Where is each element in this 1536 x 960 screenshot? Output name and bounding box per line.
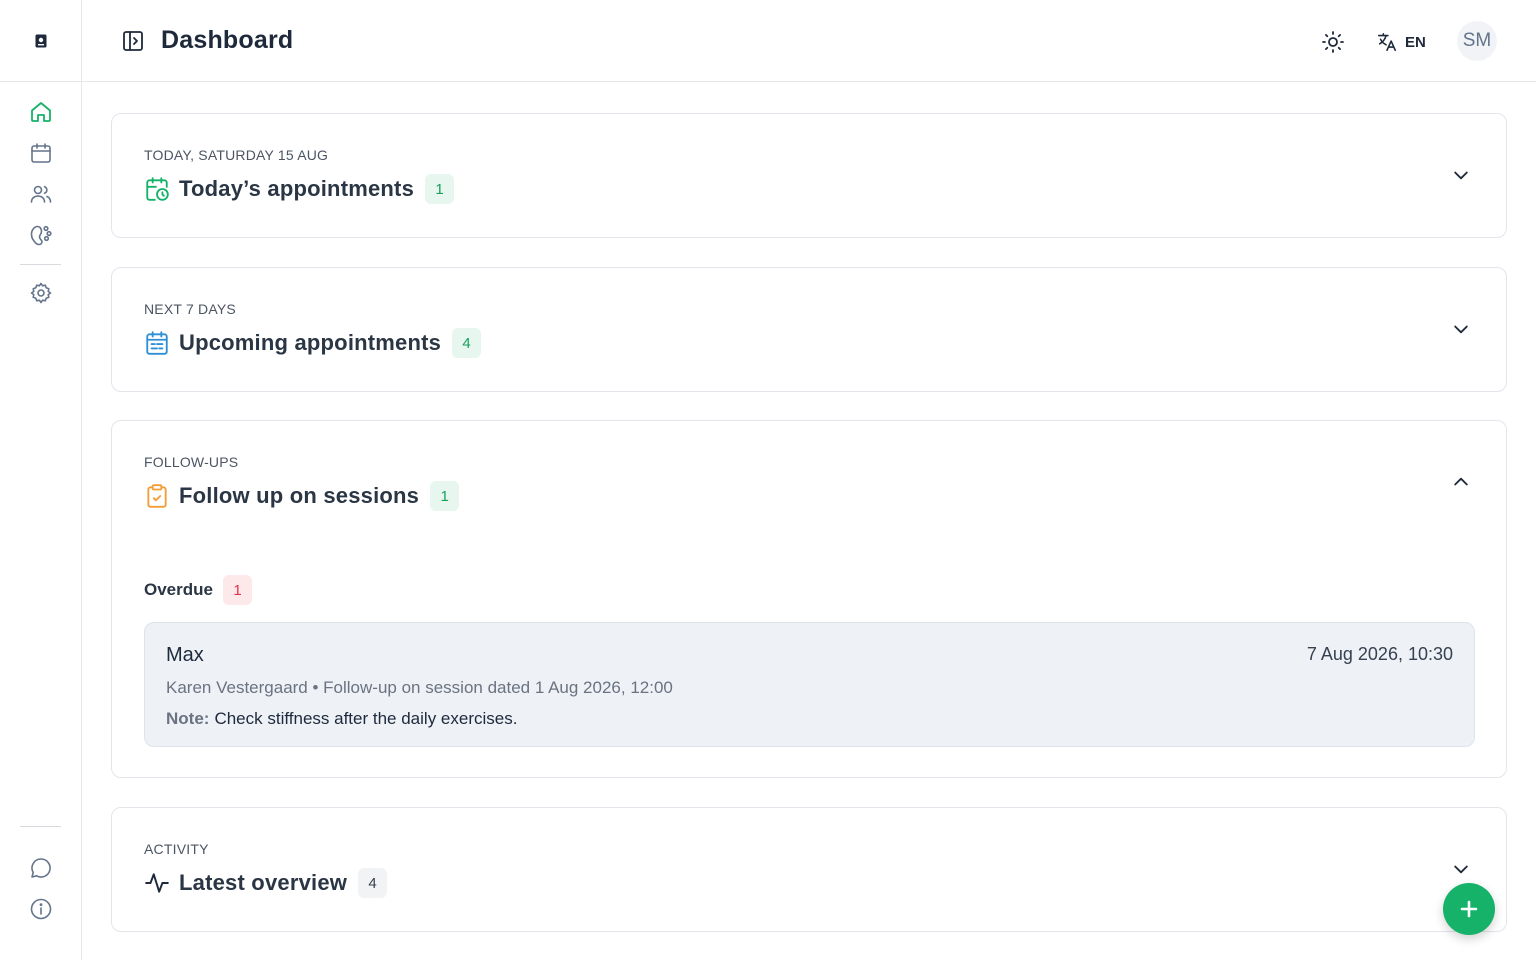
today-appointments-header[interactable]: TODAY, SATURDAY 15 AUG Today’s appointme…: [112, 114, 1506, 238]
overdue-group-header: Overdue 1: [144, 575, 252, 605]
section-eyebrow: NEXT 7 DAYS: [144, 301, 236, 317]
app-logo[interactable]: [0, 0, 81, 82]
due-date: 7 Aug 2026, 10:30: [1306, 644, 1453, 664]
info-icon: [30, 898, 52, 920]
overdue-label: Overdue: [144, 580, 213, 599]
note-label: Note:: [166, 709, 210, 728]
activity-header[interactable]: ACTIVITY Latest overview 4: [112, 808, 1506, 932]
note-text: Check stiffness after the daily exercise…: [214, 709, 518, 728]
sidebar-item-pets[interactable]: [26, 220, 56, 250]
section-title: Follow up on sessions: [179, 483, 420, 508]
upcoming-appointments-header[interactable]: NEXT 7 DAYS Upcoming appointments 4: [112, 268, 1506, 392]
chevron-down-icon[interactable]: [1450, 164, 1472, 186]
followup-note: Note: Check stiffness after the daily exe…: [166, 709, 517, 729]
section-title: Today’s appointments: [179, 176, 415, 201]
plus-icon: [1460, 900, 1478, 918]
sun-icon: [1322, 31, 1344, 53]
sidebar-item-settings[interactable]: [26, 278, 56, 308]
count-badge: 1: [425, 174, 455, 204]
users-icon: [30, 185, 52, 203]
clipboard-check-icon: [144, 483, 170, 509]
followup-meta: Karen Vestergaard • Follow-up on session…: [166, 678, 673, 697]
logo-icon: [35, 34, 46, 47]
sidebar: [0, 0, 82, 960]
theme-toggle-button[interactable]: [1319, 28, 1347, 56]
today-appointments-card: TODAY, SATURDAY 15 AUG Today’s appointme…: [111, 113, 1507, 238]
calendar-list-icon: [144, 330, 170, 356]
chat-icon: [31, 858, 51, 878]
sidebar-item-info[interactable]: [26, 894, 56, 924]
section-title: Latest overview: [179, 870, 348, 895]
top-header: Dashboard EN SM: [82, 0, 1536, 82]
sidebar-toggle-icon: [123, 31, 143, 51]
calendar-clock-icon: [144, 176, 170, 202]
upcoming-appointments-card: NEXT 7 DAYS Upcoming appointments 4: [111, 267, 1507, 392]
sidebar-divider: [20, 264, 61, 265]
followups-header[interactable]: FOLLOW-UPS Follow up on sessions 1: [112, 421, 1506, 545]
translate-icon: [1377, 32, 1397, 52]
settings-icon: [30, 282, 52, 304]
activity-card: ACTIVITY Latest overview 4: [111, 807, 1507, 932]
page-title: Dashboard: [161, 26, 294, 54]
sidebar-item-calendar[interactable]: [26, 138, 56, 168]
chevron-up-icon[interactable]: [1450, 471, 1472, 493]
section-eyebrow: ACTIVITY: [144, 841, 209, 857]
overdue-count-badge: 1: [222, 575, 252, 605]
patient-name: Max: [166, 644, 204, 666]
count-badge: 1: [430, 481, 460, 511]
language-selector[interactable]: EN: [1376, 28, 1426, 56]
followup-item[interactable]: Max 7 Aug 2026, 10:30 Karen Vestergaard …: [144, 622, 1475, 747]
sidebar-item-clients[interactable]: [26, 179, 56, 209]
sidebar-divider: [20, 826, 61, 827]
calendar-icon: [31, 143, 51, 163]
sidebar-item-messages[interactable]: [26, 853, 56, 883]
section-eyebrow: TODAY, SATURDAY 15 AUG: [144, 147, 329, 163]
home-icon: [31, 102, 51, 122]
language-label: EN: [1405, 33, 1426, 51]
section-eyebrow: FOLLOW-UPS: [144, 454, 239, 470]
add-button[interactable]: [1443, 883, 1495, 935]
chevron-down-icon[interactable]: [1450, 858, 1472, 880]
activity-icon: [144, 870, 170, 896]
section-title: Upcoming appointments: [179, 330, 442, 355]
count-badge: 4: [452, 328, 482, 358]
paw-icon: [30, 225, 52, 246]
sidebar-toggle-button[interactable]: [120, 28, 146, 54]
sidebar-item-home[interactable]: [26, 97, 56, 127]
user-avatar[interactable]: SM: [1457, 21, 1497, 61]
chevron-down-icon[interactable]: [1450, 318, 1472, 340]
count-badge: 4: [358, 868, 388, 898]
followups-card: FOLLOW-UPS Follow up on sessions 1 Overd…: [111, 420, 1507, 778]
